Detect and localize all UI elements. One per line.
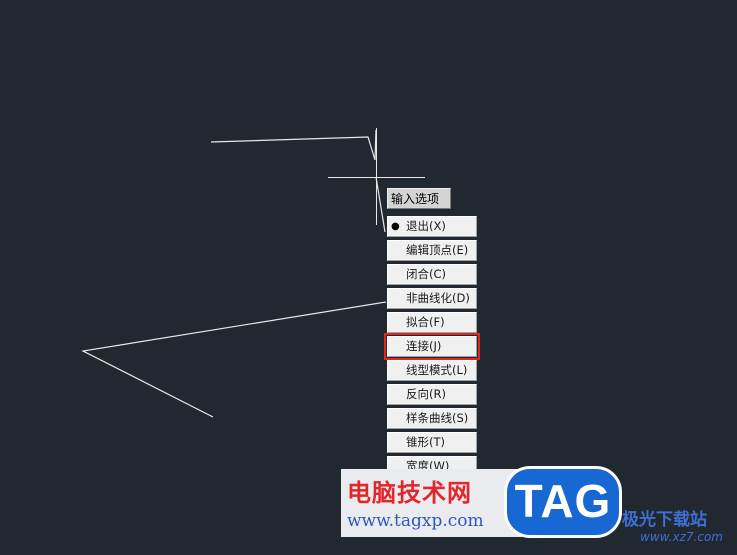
- menu-item[interactable]: 编辑顶点(E): [387, 240, 477, 261]
- menu-item[interactable]: ● 退出(X): [387, 216, 477, 237]
- menu-item-label: 反向(R): [406, 387, 446, 401]
- menu-item[interactable]: 反向(R): [387, 384, 477, 405]
- option-menu: ● 退出(X) 编辑顶点(E) 闭合(C) 非曲线化(D) 拟合(F) 连接(J) 线型模式(…: [384, 216, 480, 480]
- menu-item-label: 闭合(C): [406, 267, 447, 281]
- watermark-site-name: 电脑技术网: [347, 479, 472, 507]
- menu-item-label: 非曲线化(D): [406, 291, 470, 305]
- menu-item-label: 编辑顶点(E): [406, 243, 469, 257]
- rubberband-line: [375, 176, 386, 233]
- watermark-partner-url: www.xz7.com: [640, 530, 723, 544]
- menu-item[interactable]: 线型模式(L): [387, 360, 477, 381]
- menu-item-label: 锥形(T): [406, 435, 445, 449]
- menu-item[interactable]: 非曲线化(D): [387, 288, 477, 309]
- polyline-upper[interactable]: [210, 129, 377, 161]
- input-option-prompt: 输入选项: [387, 188, 451, 209]
- selected-bullet-icon: ●: [391, 221, 400, 232]
- menu-item-label: 样条曲线(S): [406, 411, 469, 425]
- menu-item[interactable]: 闭合(C): [387, 264, 477, 285]
- menu-item-label: 连接(J): [406, 339, 442, 353]
- menu-item[interactable]: 样条曲线(S): [387, 408, 477, 429]
- watermark-site-url: www.tagxp.com: [347, 511, 484, 531]
- menu-item-label: 退出(X): [406, 219, 446, 233]
- menu-item[interactable]: 锥形(T): [387, 432, 477, 453]
- watermark-panel: 电脑技术网 www.tagxp.com: [341, 469, 522, 537]
- menu-item-label: 拟合(F): [406, 315, 445, 329]
- crosshair-vertical: [376, 128, 377, 225]
- watermark-partner-name: 极光下载站: [622, 510, 707, 530]
- menu-item-label: 线型模式(L): [406, 363, 468, 377]
- menu-item[interactable]: 连接(J): [384, 333, 480, 360]
- menu-item[interactable]: 拟合(F): [387, 312, 477, 333]
- polyline-lower[interactable]: [81, 301, 387, 418]
- tag-logo: TAG: [504, 466, 622, 538]
